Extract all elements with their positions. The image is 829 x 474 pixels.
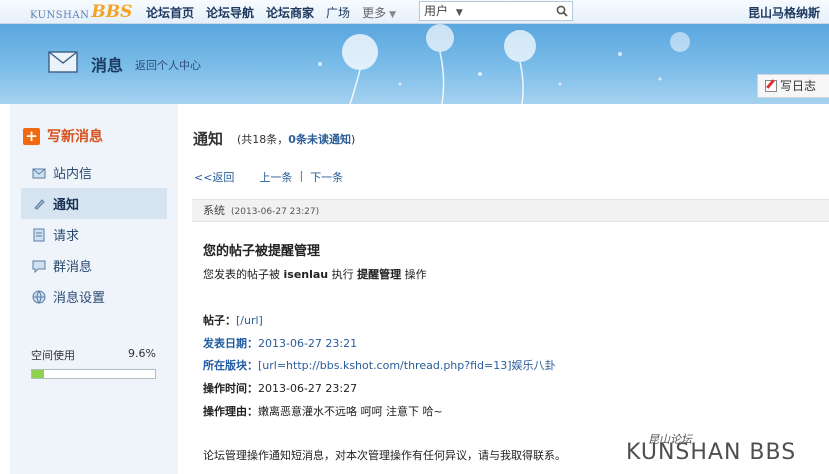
chevron-down-icon: ▼ — [389, 10, 396, 20]
prev-link[interactable]: 上一条 — [259, 169, 292, 185]
nav-forum-guide[interactable]: 论坛导航 — [206, 4, 254, 21]
pager-spacer — [234, 169, 259, 185]
mail-icon — [32, 168, 46, 178]
username-link[interactable]: 昆山马格纳斯 — [748, 4, 820, 21]
message-header-row: 系统 (2013-06-27 23:27) — [192, 199, 829, 222]
field-label: 操作理由： — [203, 405, 258, 418]
space-usage-bar — [31, 369, 156, 379]
board-link[interactable]: [url=http://bbs.kshot.com/thread.php?fid… — [258, 359, 556, 372]
space-usage-fill — [32, 370, 44, 378]
field-label: 帖子： — [203, 314, 236, 327]
site-logo[interactable]: KUNSHAN BBS — [30, 2, 133, 22]
footer-note: 论坛管理操作通知短消息，对本次管理操作有任何异议，请与我取得联系。 — [203, 449, 566, 462]
field-label: 操作时间： — [203, 382, 258, 395]
intro-text-2: 执行 — [328, 268, 358, 281]
sender-label: 系统 — [203, 204, 225, 217]
nav-forum-home[interactable]: 论坛首页 — [146, 4, 194, 21]
field-action-reason: 操作理由：嫩离恶意灌水不远咯 呵呵 注意下 哈~ — [203, 403, 443, 419]
field-value: 2013-06-27 23:27 — [258, 382, 358, 395]
next-link[interactable]: 下一条 — [310, 169, 343, 185]
nav-forum-merchants[interactable]: 论坛商家 — [266, 4, 314, 21]
top-bar: KUNSHAN BBS 论坛首页 论坛导航 论坛商家 广场 更多 ▼ 用户 ▼ 昆… — [0, 0, 829, 24]
field-forum-board: 所在版块：[url=http://bbs.kshot.com/thread.ph… — [203, 357, 556, 373]
logo-text: KUNSHAN — [30, 10, 90, 21]
sidebar-item-inbox[interactable]: 站内信 — [21, 157, 167, 188]
nav-more-label: 更多 — [362, 6, 387, 20]
write-log-button[interactable]: 写日志 — [757, 74, 829, 98]
post-link[interactable]: [/url] — [236, 314, 263, 327]
dandelion-decoration — [318, 24, 690, 104]
logo-bbs: BBS — [91, 2, 133, 22]
field-value: 2013-06-27 23:21 — [258, 337, 358, 350]
watermark-en: KUNSHAN BBS — [626, 440, 797, 465]
sidebar-item-group-messages[interactable]: 群消息 — [21, 250, 167, 281]
pencil-icon — [765, 79, 777, 92]
space-usage-percent: 9.6% — [128, 347, 156, 360]
write-log-label: 写日志 — [780, 79, 817, 93]
nav-square[interactable]: 广场 — [326, 4, 350, 21]
chevron-down-icon: ▼ — [455, 8, 463, 18]
plus-icon: + — [23, 127, 40, 145]
notification-count: (共18条，0条未读通知) — [237, 131, 355, 147]
back-to-profile-link[interactable]: 返回个人中心 — [135, 57, 201, 73]
field-action-time: 操作时间：2013-06-27 23:27 — [203, 380, 357, 396]
message-date: (2013-06-27 23:27) — [231, 207, 320, 217]
field-post-date: 发表日期：2013-06-27 23:21 — [203, 335, 357, 351]
count-suffix: ) — [350, 133, 356, 146]
compose-message-button[interactable]: + 写新消息 — [23, 126, 103, 146]
sidebar-item-notifications[interactable]: 通知 — [21, 188, 167, 219]
back-link[interactable]: <<返回 — [194, 169, 234, 185]
main-nav: 论坛首页 论坛导航 论坛商家 广场 更多 ▼ — [146, 4, 408, 21]
action-name: 提醒管理 — [357, 268, 402, 281]
message-banner: 消息 返回个人中心 — [0, 24, 829, 104]
chat-icon — [32, 260, 46, 273]
sidebar-item-requests[interactable]: 请求 — [21, 219, 167, 250]
document-icon — [33, 228, 45, 241]
sidebar-item-label: 群消息 — [53, 260, 93, 275]
message-title: 您的帖子被提醒管理 — [203, 244, 321, 259]
page-title: 消息 — [91, 56, 124, 75]
nav-more[interactable]: 更多 ▼ — [362, 4, 396, 21]
search-type-label: 用户 — [424, 4, 449, 18]
pager-separator: | — [299, 169, 304, 182]
compose-label: 写新消息 — [47, 129, 103, 145]
sidebar-menu: 站内信 通知 请求 群消息 消息设置 — [21, 157, 167, 312]
message-intro: 您发表的帖子被 isenlau 执行 提醒管理 操作 — [203, 266, 427, 282]
field-value: 嫩离恶意灌水不远咯 呵呵 注意下 哈~ — [258, 405, 443, 418]
field-label: 发表日期： — [203, 337, 258, 350]
globe-icon — [32, 290, 46, 304]
message-pager: <<返回 上一条 | 下一条 — [194, 169, 343, 185]
field-label: 所在版块： — [203, 359, 258, 372]
unread-count-link[interactable]: 0条未读通知 — [288, 133, 351, 146]
envelope-icon — [48, 51, 78, 73]
field-post: 帖子：[/url] — [203, 312, 263, 328]
space-usage: 空间使用 9.6% — [31, 347, 156, 379]
sidebar-item-label: 消息设置 — [53, 291, 106, 306]
intro-text-1: 您发表的帖子被 — [203, 268, 284, 281]
search-box[interactable]: 用户 ▼ — [419, 1, 573, 21]
pencil-icon — [34, 198, 45, 210]
sidebar-item-label: 站内信 — [53, 167, 93, 182]
actor-username: isenlau — [283, 268, 329, 281]
sidebar-item-label: 请求 — [53, 229, 80, 244]
kunshan-bbs-watermark: 昆山论坛 KUNSHAN BBS — [626, 429, 826, 469]
search-icon[interactable] — [556, 5, 568, 17]
count-prefix: (共18条， — [237, 133, 289, 146]
section-heading: 通知 — [193, 130, 224, 148]
sidebar-item-message-settings[interactable]: 消息设置 — [21, 281, 167, 312]
sidebar-item-label: 通知 — [53, 198, 80, 213]
space-usage-label: 空间使用 — [31, 349, 75, 362]
search-type-dropdown[interactable]: 用户 ▼ — [420, 2, 478, 20]
intro-text-3: 操作 — [401, 268, 427, 281]
